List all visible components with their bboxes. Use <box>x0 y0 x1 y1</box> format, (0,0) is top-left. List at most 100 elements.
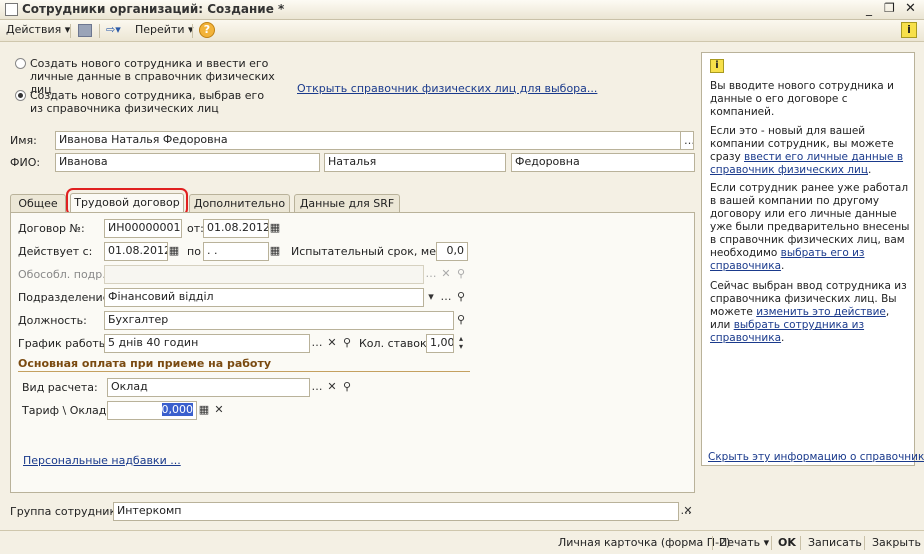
group-input[interactable]: Интеркомп <box>113 502 679 521</box>
select-button[interactable]: … <box>439 289 453 306</box>
search-icon[interactable]: ⚲ <box>340 379 354 396</box>
title-bar: Сотрудники организаций: Создание * _ ❐ ✕ <box>0 0 924 20</box>
valid-to-input[interactable]: . . <box>203 242 269 261</box>
bottom-separator <box>771 536 772 550</box>
search-icon[interactable]: ⚲ <box>454 289 468 306</box>
tab-srf[interactable]: Данные для SRF <box>294 194 400 213</box>
close-icon[interactable]: ✕ <box>905 1 916 16</box>
section-divider <box>18 371 470 372</box>
stepper-icon[interactable]: ▴ ▾ <box>454 335 468 352</box>
department-input[interactable]: Фінансовий відділ <box>104 288 424 307</box>
last-name-input[interactable]: Иванова <box>55 153 320 172</box>
contract-from-label: от: <box>187 222 204 235</box>
schedule-input[interactable]: 5 днів 40 годин <box>104 334 310 353</box>
tariff-value: 0,000 <box>161 403 193 416</box>
calc-type-input[interactable]: Оклад <box>107 378 310 397</box>
info-text-3: Если сотрудник ранее уже работал в вашей… <box>710 182 910 272</box>
calendar-icon[interactable]: ▦ <box>167 243 181 260</box>
app-icon <box>5 3 18 16</box>
info-text-1: Вы вводите нового сотрудника и данные о … <box>710 80 894 118</box>
actions-label: Действия <box>6 23 62 36</box>
bottom-bar: Личная карточка (форма П-2) Печать ▾ OK … <box>0 530 924 554</box>
calc-type-label: Вид расчета: <box>22 381 98 394</box>
clear-icon[interactable]: ✕ <box>212 402 226 419</box>
save-icon[interactable] <box>78 24 92 37</box>
restore-icon[interactable]: ❐ <box>884 1 895 15</box>
name-select-button[interactable]: … <box>680 131 694 150</box>
print-label: Печать <box>719 536 761 549</box>
toolbar: Действия ▾ ⇨▾ Перейти ▾ ? i <box>0 20 924 42</box>
radio-select-existing[interactable] <box>15 90 26 101</box>
change-action-link[interactable]: изменить это действие <box>756 306 886 318</box>
structure-icon[interactable]: ⇨▾ <box>106 23 121 36</box>
tariff-input[interactable]: 0,000 <box>107 401 197 420</box>
group-label: Группа сотрудника: <box>10 505 127 518</box>
toolbar-separator <box>70 24 71 38</box>
open-persons-link[interactable]: Открыть справочник физических лиц для вы… <box>297 82 597 95</box>
search-icon[interactable]: ⚲ <box>340 335 354 352</box>
select-employee-link[interactable]: выбрать сотрудника из справочника <box>710 319 864 344</box>
minimize-icon[interactable]: _ <box>866 2 872 16</box>
calculator-icon[interactable]: ▦ <box>197 402 211 419</box>
search-icon[interactable]: ⚲ <box>454 266 468 283</box>
middle-name-input[interactable]: Федоровна <box>511 153 695 172</box>
personal-card-button[interactable]: Личная карточка (форма П-2) <box>558 536 730 549</box>
fio-label: ФИО: <box>10 156 41 169</box>
contract-number-label: Договор №: <box>18 222 85 235</box>
tab-general[interactable]: Общее <box>10 194 66 213</box>
calendar-icon[interactable]: ▦ <box>268 243 282 260</box>
save-button[interactable]: Записать <box>808 536 862 549</box>
radio-select-existing-label: Создать нового сотрудника, выбрав его из… <box>30 89 265 115</box>
clear-icon[interactable]: ✕ <box>681 503 695 520</box>
toolbar-separator <box>192 24 193 38</box>
help-icon[interactable]: ? <box>199 22 215 38</box>
trial-label: Испытательный срок, мес.: <box>291 245 450 258</box>
trial-input[interactable]: 0,0 <box>436 242 468 261</box>
print-button[interactable]: Печать ▾ <box>719 536 769 549</box>
radio-create-new[interactable] <box>15 58 26 69</box>
actions-menu[interactable]: Действия ▾ <box>6 23 70 36</box>
hide-info-link[interactable]: Скрыть эту информацию о справочнике <box>708 451 924 463</box>
tab-additional[interactable]: Дополнительно <box>189 194 290 213</box>
info-toggle-icon[interactable]: i <box>901 22 917 38</box>
rates-label: Кол. ставок: <box>359 337 431 350</box>
info-text-2: Если это - новый для вашей компании сотр… <box>710 125 904 176</box>
bottom-separator <box>864 536 865 550</box>
branch-input[interactable] <box>104 265 424 284</box>
clear-icon[interactable]: ✕ <box>325 335 339 352</box>
name-label: Имя: <box>10 134 37 147</box>
search-icon[interactable]: ⚲ <box>454 312 468 329</box>
section-heading: Основная оплата при приеме на работу <box>18 357 272 370</box>
close-button[interactable]: Закрыть <box>872 536 921 549</box>
go-label: Перейти <box>135 23 185 36</box>
ok-button[interactable]: OK <box>778 536 796 549</box>
contract-date-input[interactable]: 01.08.2012 <box>203 219 269 238</box>
clear-icon[interactable]: ✕ <box>325 379 339 396</box>
schedule-label: График работы: <box>18 337 112 350</box>
dropdown-icon[interactable]: ▾ <box>424 289 438 306</box>
select-button[interactable]: … <box>310 335 324 352</box>
position-label: Должность: <box>18 314 87 327</box>
bottom-separator <box>800 536 801 550</box>
toolbar-separator <box>99 24 100 38</box>
clear-icon[interactable]: ✕ <box>439 266 453 283</box>
name-input[interactable]: Иванова Наталья Федоровна <box>55 131 681 150</box>
select-button[interactable]: … <box>424 266 438 283</box>
branch-label: Обособл. подр.: <box>18 268 110 281</box>
valid-from-input[interactable]: 01.08.2012 <box>104 242 168 261</box>
valid-from-label: Действует с: <box>18 245 93 258</box>
go-menu[interactable]: Перейти ▾ <box>135 23 194 36</box>
calendar-icon[interactable]: ▦ <box>268 220 282 237</box>
info-text-4: Сейчас выбран ввод сотрудника из справоч… <box>710 280 907 344</box>
valid-to-label: по <box>187 245 201 258</box>
tariff-label: Тариф \ Оклад: <box>22 404 111 417</box>
info-panel: i Вы вводите нового сотрудника и данные … <box>701 52 924 466</box>
window-title: Сотрудники организаций: Создание * <box>22 2 285 16</box>
contract-number-input[interactable]: ИН00000001 <box>104 219 182 238</box>
rates-input[interactable]: 1,00 <box>426 334 454 353</box>
first-name-input[interactable]: Наталья <box>324 153 506 172</box>
position-input[interactable]: Бухгалтер <box>104 311 454 330</box>
personal-allowances-link[interactable]: Персональные надбавки ... <box>23 454 181 467</box>
info-icon: i <box>710 59 724 73</box>
select-button[interactable]: … <box>310 379 324 396</box>
